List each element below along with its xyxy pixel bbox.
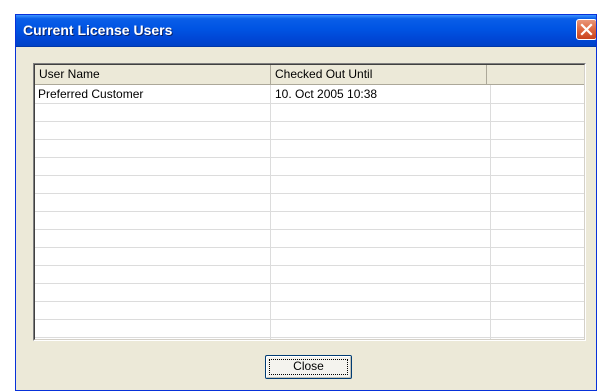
empty-row [35,211,584,230]
column-header-user-name[interactable]: User Name [35,65,271,84]
close-button-label: Close [293,359,324,373]
close-button[interactable]: Close [265,355,352,379]
cell-user-name: Preferred Customer [38,87,144,101]
column-header-checked-out-until[interactable]: Checked Out Until [271,65,487,84]
empty-row [35,319,584,338]
cell-checked-out-until: 10. Oct 2005 10:38 [275,87,378,101]
license-users-list[interactable]: User Name Checked Out Until Preferred Cu… [33,63,586,341]
column-header-blank[interactable] [487,65,584,84]
close-icon[interactable] [576,19,596,40]
empty-row [35,229,584,248]
empty-row [35,157,584,176]
list-header: User Name Checked Out Until [35,65,584,85]
empty-row [35,265,584,284]
empty-row [35,247,584,266]
empty-row [35,175,584,194]
dialog-title: Current License Users [23,22,173,38]
empty-row [35,121,584,140]
title-bar[interactable]: Current License Users [16,15,596,47]
empty-row [35,301,584,320]
empty-row [35,193,584,212]
license-users-dialog: Current License Users User Name Checked … [15,14,597,391]
empty-row [35,103,584,122]
list-body: Preferred Customer 10. Oct 2005 10:38 [35,85,584,339]
empty-row [35,139,584,158]
empty-row [35,283,584,302]
table-row[interactable]: Preferred Customer 10. Oct 2005 10:38 [35,85,584,104]
